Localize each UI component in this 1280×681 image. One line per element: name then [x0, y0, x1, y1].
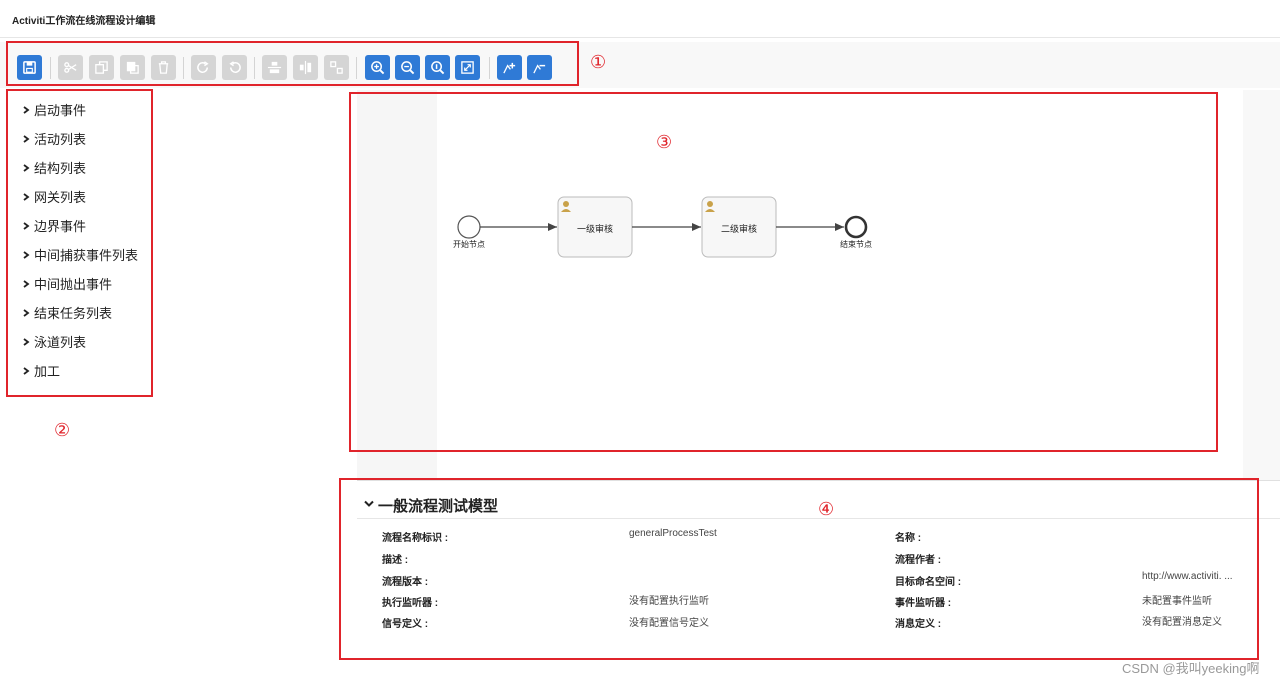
annotation-number-4: ④ [818, 499, 835, 520]
annotation-number-1: ① [590, 52, 607, 73]
palette-item-label: 活动列表 [34, 132, 87, 147]
palette-item-label: 中间抛出事件 [34, 277, 113, 292]
annotation-number-3: ③ [656, 132, 673, 153]
chevron-right-icon [23, 337, 30, 346]
palette-item-start-events[interactable]: 启动事件 [22, 100, 86, 119]
palette-item-label: 边界事件 [34, 219, 87, 234]
palette-item-intermediate-throwing[interactable]: 中间抛出事件 [22, 274, 112, 293]
annotation-box-4 [339, 478, 1259, 660]
palette-item-structural[interactable]: 结构列表 [22, 158, 86, 177]
palette-item-intermediate-catching[interactable]: 中间捕获事件列表 [22, 245, 138, 264]
palette-item-activities[interactable]: 活动列表 [22, 129, 86, 148]
palette-item-label: 泳道列表 [34, 335, 87, 350]
chevron-right-icon [23, 308, 30, 317]
palette-item-swimlanes[interactable]: 泳道列表 [22, 332, 86, 351]
annotation-box-1 [6, 41, 579, 86]
annotation-box-3 [349, 92, 1218, 452]
palette-item-end-events[interactable]: 结束任务列表 [22, 303, 112, 322]
palette-item-label: 加工 [34, 364, 61, 379]
palette-item-label: 中间捕获事件列表 [34, 248, 139, 263]
palette-item-gateways[interactable]: 网关列表 [22, 187, 86, 206]
palette-item-label: 结构列表 [34, 161, 87, 176]
chevron-right-icon [23, 279, 30, 288]
palette-item-label: 结束任务列表 [34, 306, 113, 321]
annotation-number-2: ② [54, 420, 71, 441]
chevron-right-icon [23, 163, 30, 172]
chevron-right-icon [23, 221, 30, 230]
chevron-right-icon [23, 105, 30, 114]
palette-item-label: 网关列表 [34, 190, 87, 205]
chevron-right-icon [23, 250, 30, 259]
chevron-right-icon [23, 192, 30, 201]
palette-item-label: 启动事件 [34, 103, 87, 118]
watermark: CSDN @我叫yeeking啊 [1122, 661, 1260, 676]
palette-item-process[interactable]: 加工 [22, 361, 60, 380]
chevron-right-icon [23, 366, 30, 375]
chevron-right-icon [23, 134, 30, 143]
palette-item-boundary-events[interactable]: 边界事件 [22, 216, 86, 235]
app-title: Activiti工作流在线流程设计编辑 [12, 16, 156, 27]
title-bar [0, 0, 1280, 38]
canvas-right-gutter [1243, 90, 1280, 485]
